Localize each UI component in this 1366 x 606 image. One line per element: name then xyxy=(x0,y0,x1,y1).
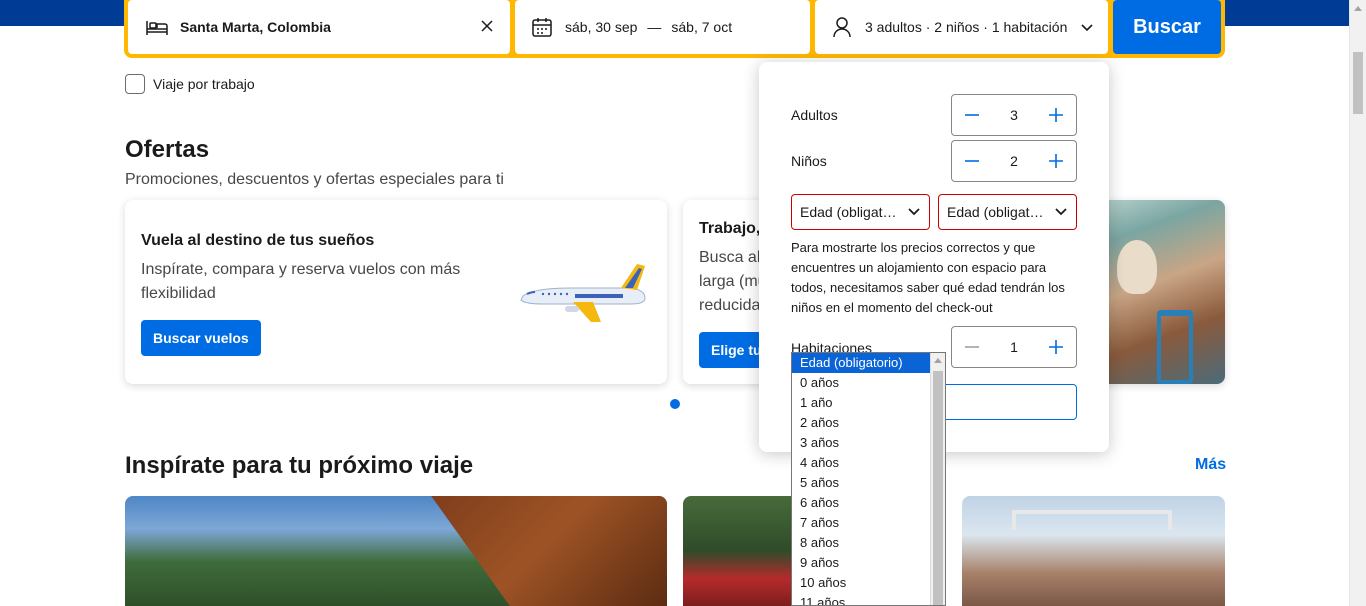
children-value: 2 xyxy=(1010,153,1018,169)
child-age-select-2[interactable]: Edad (obligatorio) xyxy=(938,194,1077,230)
clear-destination-icon[interactable] xyxy=(478,17,496,35)
age-options: Edad (obligatorio) 0 años 1 año 2 años 3 año… xyxy=(792,353,945,605)
occupancy-summary[interactable]: 3 adultos · 2 niños · 1 habitación xyxy=(865,19,1067,35)
age-option[interactable]: 11 años xyxy=(792,593,930,605)
carousel-dot[interactable] xyxy=(670,399,680,409)
search-bar: Santa Marta, Colombia sáb, 30 sep — sáb,… xyxy=(124,0,1225,58)
children-label: Niños xyxy=(791,153,827,169)
done-button[interactable] xyxy=(941,384,1077,420)
destination-value[interactable]: Santa Marta, Colombia xyxy=(180,19,331,35)
search-button[interactable]: Buscar xyxy=(1113,0,1221,54)
rooms-increase-button[interactable] xyxy=(1046,337,1066,357)
chevron-down-icon xyxy=(1055,208,1067,216)
photo-person xyxy=(1117,240,1157,294)
age-option[interactable]: 3 años xyxy=(792,433,930,453)
photo-bridge xyxy=(1012,510,1172,530)
work-trip-checkbox-box[interactable] xyxy=(125,74,145,94)
chevron-down-icon[interactable] xyxy=(1080,20,1094,36)
offer-card-title: Vuela al destino de tus sueños xyxy=(141,232,375,249)
scroll-up-arrow-icon[interactable] xyxy=(1354,6,1362,11)
bed-icon xyxy=(144,16,170,38)
destination-photo[interactable] xyxy=(125,496,667,606)
children-age-note: Para mostrarte los precios correctos y q… xyxy=(791,240,1065,315)
destination-field[interactable]: Santa Marta, Colombia xyxy=(128,0,510,54)
children-increase-button[interactable] xyxy=(1046,151,1066,171)
scroll-thumb[interactable] xyxy=(1353,52,1363,114)
age-option[interactable]: 2 años xyxy=(792,413,930,433)
rooms-value: 1 xyxy=(1010,339,1018,355)
work-trip-label[interactable]: Viaje por trabajo xyxy=(153,76,255,92)
dropdown-scrollbar[interactable] xyxy=(930,353,945,605)
adults-decrease-button[interactable] xyxy=(962,105,982,125)
children-decrease-button[interactable] xyxy=(962,151,982,171)
child-age-select-1[interactable]: Edad (obligatorio) xyxy=(791,194,930,230)
adults-increase-button[interactable] xyxy=(1046,105,1066,125)
age-option[interactable]: 8 años xyxy=(792,533,930,553)
offer-photo xyxy=(1093,200,1225,384)
work-trip-checkbox[interactable]: Viaje por trabajo xyxy=(125,74,255,94)
age-option[interactable]: 4 años xyxy=(792,453,930,473)
photo-roof xyxy=(431,496,667,606)
age-option[interactable]: 9 años xyxy=(792,553,930,573)
page-scrollbar[interactable] xyxy=(1349,0,1366,606)
age-option[interactable]: 0 años xyxy=(792,373,930,393)
children-stepper: 2 xyxy=(951,140,1077,182)
photo-chair xyxy=(1157,310,1193,384)
search-flights-button[interactable]: Buscar vuelos xyxy=(141,320,261,356)
age-option[interactable]: Edad (obligatorio) xyxy=(792,353,930,373)
person-icon xyxy=(829,16,855,38)
offers-title: Ofertas xyxy=(125,136,210,163)
adults-stepper: 3 xyxy=(951,94,1077,136)
inspire-title: Inspírate para tu próximo viaje xyxy=(125,452,474,479)
occupancy-field[interactable]: 3 adultos · 2 niños · 1 habitación xyxy=(815,0,1108,54)
offer-card-title: Trabajo, xyxy=(699,220,761,237)
offer-card-flights: Vuela al destino de tus sueños Inspírate… xyxy=(125,200,667,384)
child-age-select-value: Edad (obligatorio) xyxy=(800,204,900,220)
destination-photo[interactable] xyxy=(962,496,1225,606)
age-dropdown-list[interactable]: Edad (obligatorio) 0 años 1 año 2 años 3 año… xyxy=(791,352,946,606)
airplane-illustration xyxy=(520,264,646,322)
date-separator: — xyxy=(647,19,662,35)
more-link[interactable]: Más xyxy=(1195,456,1226,474)
chevron-down-icon xyxy=(908,208,920,216)
calendar-icon xyxy=(529,16,555,38)
dates-field[interactable]: sáb, 30 sep — sáb, 7 oct xyxy=(515,0,810,54)
dropdown-scroll-thumb[interactable] xyxy=(933,371,943,605)
age-option[interactable]: 5 años xyxy=(792,473,930,493)
age-option[interactable]: 1 año xyxy=(792,393,930,413)
scroll-up-arrow-icon[interactable] xyxy=(934,358,942,363)
rooms-stepper: 1 xyxy=(951,326,1077,368)
adults-label: Adultos xyxy=(791,107,838,123)
offer-card-description: Inspírate, compara y reserva vuelos con … xyxy=(141,261,461,302)
checkout-date[interactable]: sáb, 7 oct xyxy=(671,19,732,35)
adults-value: 3 xyxy=(1010,107,1018,123)
age-option[interactable]: 6 años xyxy=(792,493,930,513)
rooms-decrease-button[interactable] xyxy=(962,337,982,357)
age-option[interactable]: 7 años xyxy=(792,513,930,533)
checkin-date[interactable]: sáb, 30 sep xyxy=(565,19,637,35)
age-option[interactable]: 10 años xyxy=(792,573,930,593)
offers-subtitle: Promociones, descuentos y ofertas especi… xyxy=(125,171,504,188)
child-age-select-value: Edad (obligatorio) xyxy=(947,204,1047,220)
